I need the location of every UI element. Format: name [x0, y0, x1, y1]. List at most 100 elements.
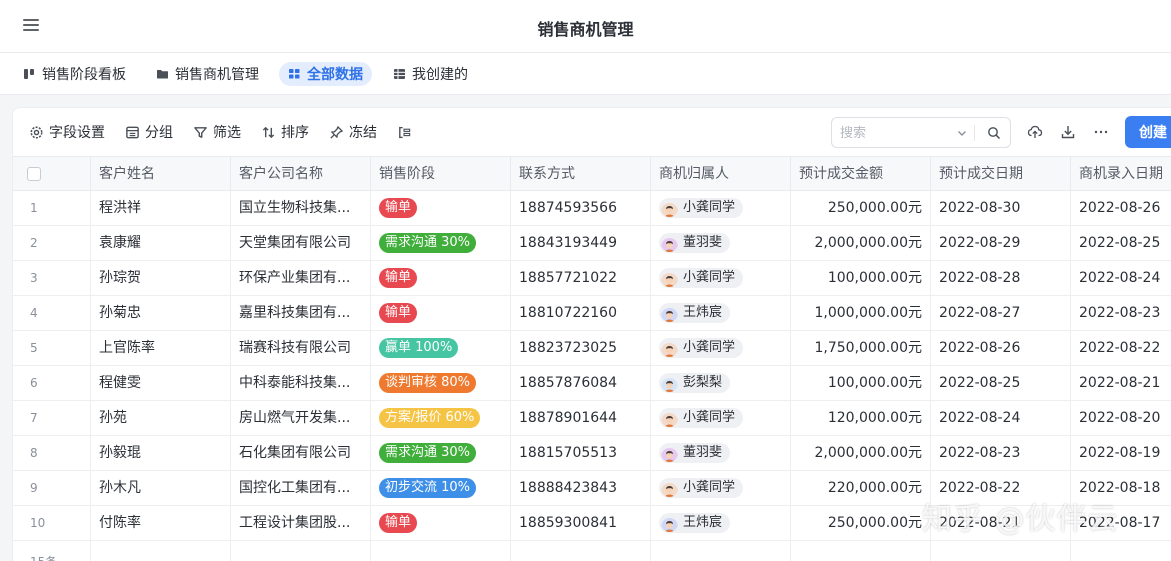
contact-cell[interactable]: 18810722160	[511, 296, 651, 330]
row-index-cell[interactable]: 10	[13, 506, 91, 540]
owner-cell[interactable]: 小龚同学	[651, 331, 791, 365]
sales-stage-cell[interactable]: 赢单 100%	[371, 331, 511, 365]
sales-stage-cell[interactable]: 初步交流 10%	[371, 471, 511, 505]
contact-cell[interactable]: 18859300841	[511, 506, 651, 540]
table-row[interactable]: 8 孙毅琨 石化集团有限公司 需求沟通 30% 18815705513 董羽斐 2,000,…	[13, 436, 1171, 471]
owner-chip[interactable]: 彭梨梨	[659, 373, 731, 393]
close-date-cell[interactable]: 2022-08-23	[931, 436, 1071, 470]
owner-chip[interactable]: 董羽斐	[659, 233, 731, 253]
owner-cell[interactable]: 小龚同学	[651, 471, 791, 505]
company-name-cell[interactable]: 环保产业集团有...	[231, 261, 371, 295]
company-name-cell[interactable]: 中科泰能科技集...	[231, 366, 371, 400]
search-box[interactable]	[831, 117, 1011, 148]
customer-name-cell[interactable]: 孙苑	[91, 401, 231, 435]
amount-cell[interactable]: 2,000,000.00元	[791, 436, 931, 470]
company-name-cell[interactable]: 国立生物科技集...	[231, 191, 371, 225]
owner-cell[interactable]: 小龚同学	[651, 261, 791, 295]
table-row[interactable]: 5 上官陈率 瑞赛科技有限公司 赢单 100% 18823723025 小龚同学 1,750…	[13, 331, 1171, 366]
owner-cell[interactable]: 王炜宸	[651, 296, 791, 330]
company-name-cell[interactable]: 国控化工集团有...	[231, 471, 371, 505]
table-row[interactable]: 6 程健雯 中科泰能科技集... 谈判审核 80% 18857876084 彭梨梨 100,…	[13, 366, 1171, 401]
customer-name-cell[interactable]: 上官陈率	[91, 331, 231, 365]
close-date-cell[interactable]: 2022-08-30	[931, 191, 1071, 225]
column-header[interactable]: 商机录入日期	[1071, 157, 1171, 191]
company-name-cell[interactable]: 房山燃气开发集...	[231, 401, 371, 435]
owner-cell[interactable]: 董羽斐	[651, 436, 791, 470]
owner-cell[interactable]: 彭梨梨	[651, 366, 791, 400]
amount-cell[interactable]: 100,000.00元	[791, 261, 931, 295]
search-input[interactable]	[840, 124, 950, 142]
column-header[interactable]: 客户姓名	[91, 157, 231, 191]
group-button[interactable]: 分组	[125, 122, 173, 142]
amount-cell[interactable]: 1,000,000.00元	[791, 296, 931, 330]
close-date-cell[interactable]: 2022-08-28	[931, 261, 1071, 295]
owner-chip[interactable]: 小龚同学	[659, 338, 744, 358]
customer-name-cell[interactable]: 袁康耀	[91, 226, 231, 260]
column-header[interactable]: 客户公司名称	[231, 157, 371, 191]
row-index-cell[interactable]: 7	[13, 401, 91, 435]
upload-button[interactable]	[1024, 121, 1046, 143]
sales-stage-cell[interactable]: 输单	[371, 191, 511, 225]
amount-cell[interactable]: 250,000.00元	[791, 506, 931, 540]
contact-cell[interactable]: 18888423843	[511, 471, 651, 505]
contact-cell[interactable]: 18878901644	[511, 401, 651, 435]
close-date-cell[interactable]: 2022-08-29	[931, 226, 1071, 260]
column-header[interactable]: 预计成交日期	[931, 157, 1071, 191]
sales-stage-cell[interactable]: 输单	[371, 261, 511, 295]
company-name-cell[interactable]: 天堂集团有限公司	[231, 226, 371, 260]
amount-cell[interactable]: 220,000.00元	[791, 471, 931, 505]
close-date-cell[interactable]: 2022-08-27	[931, 296, 1071, 330]
owner-chip[interactable]: 小龚同学	[659, 198, 744, 218]
row-index-cell[interactable]: 3	[13, 261, 91, 295]
company-name-cell[interactable]: 石化集团有限公司	[231, 436, 371, 470]
field-settings-button[interactable]: 字段设置	[29, 122, 105, 142]
table-row[interactable]: 4 孙菊忠 嘉里科技集团有... 输单 18810722160 王炜宸 1,000,000.…	[13, 296, 1171, 331]
customer-name-cell[interactable]: 孙木凡	[91, 471, 231, 505]
sort-button[interactable]: 排序	[261, 122, 309, 142]
create-button[interactable]: 创建	[1125, 116, 1171, 148]
tab-created-by-me[interactable]: 我创建的	[384, 62, 477, 86]
entry-date-cell[interactable]: 2022-08-22	[1071, 331, 1171, 365]
entry-date-cell[interactable]: 2022-08-23	[1071, 296, 1171, 330]
table-row[interactable]: 1 程洪祥 国立生物科技集... 输单 18874593566 小龚同学 250,000.0…	[13, 191, 1171, 226]
table-row[interactable]: 3 孙琮贺 环保产业集团有... 输单 18857721022 小龚同学 100,000.0…	[13, 261, 1171, 296]
amount-cell[interactable]: 250,000.00元	[791, 191, 931, 225]
sales-stage-cell[interactable]: 输单	[371, 506, 511, 540]
company-name-cell[interactable]: 工程设计集团股...	[231, 506, 371, 540]
customer-name-cell[interactable]: 孙毅琨	[91, 436, 231, 470]
contact-cell[interactable]: 18857876084	[511, 366, 651, 400]
owner-chip[interactable]: 小龚同学	[659, 478, 744, 498]
company-name-cell[interactable]: 嘉里科技集团有...	[231, 296, 371, 330]
contact-cell[interactable]: 18823723025	[511, 331, 651, 365]
amount-cell[interactable]: 1,750,000.00元	[791, 331, 931, 365]
row-index-cell[interactable]: 8	[13, 436, 91, 470]
sales-stage-cell[interactable]: 方案/报价 60%	[371, 401, 511, 435]
chevron-down-icon[interactable]	[956, 127, 968, 139]
search-icon[interactable]	[987, 126, 1001, 140]
table-row[interactable]: 7 孙苑 房山燃气开发集... 方案/报价 60% 18878901644 小龚同学 120…	[13, 401, 1171, 436]
sales-stage-cell[interactable]: 需求沟通 30%	[371, 436, 511, 470]
close-date-cell[interactable]: 2022-08-24	[931, 401, 1071, 435]
customer-name-cell[interactable]: 孙菊忠	[91, 296, 231, 330]
owner-chip[interactable]: 王炜宸	[659, 303, 731, 323]
row-index-cell[interactable]: 2	[13, 226, 91, 260]
entry-date-cell[interactable]: 2022-08-24	[1071, 261, 1171, 295]
row-index-cell[interactable]: 4	[13, 296, 91, 330]
more-button[interactable]	[1090, 121, 1112, 143]
entry-date-cell[interactable]: 2022-08-20	[1071, 401, 1171, 435]
row-index-cell[interactable]: 5	[13, 331, 91, 365]
column-header[interactable]: 商机归属人	[651, 157, 791, 191]
customer-name-cell[interactable]: 付陈率	[91, 506, 231, 540]
sales-stage-cell[interactable]: 需求沟通 30%	[371, 226, 511, 260]
owner-cell[interactable]: 董羽斐	[651, 226, 791, 260]
amount-cell[interactable]: 100,000.00元	[791, 366, 931, 400]
customer-name-cell[interactable]: 程健雯	[91, 366, 231, 400]
sales-stage-cell[interactable]: 谈判审核 80%	[371, 366, 511, 400]
entry-date-cell[interactable]: 2022-08-21	[1071, 366, 1171, 400]
freeze-button[interactable]: 冻结	[329, 122, 377, 142]
contact-cell[interactable]: 18857721022	[511, 261, 651, 295]
owner-chip[interactable]: 王炜宸	[659, 513, 731, 533]
row-index-cell[interactable]: 6	[13, 366, 91, 400]
owner-cell[interactable]: 小龚同学	[651, 191, 791, 225]
owner-chip[interactable]: 小龚同学	[659, 408, 744, 428]
